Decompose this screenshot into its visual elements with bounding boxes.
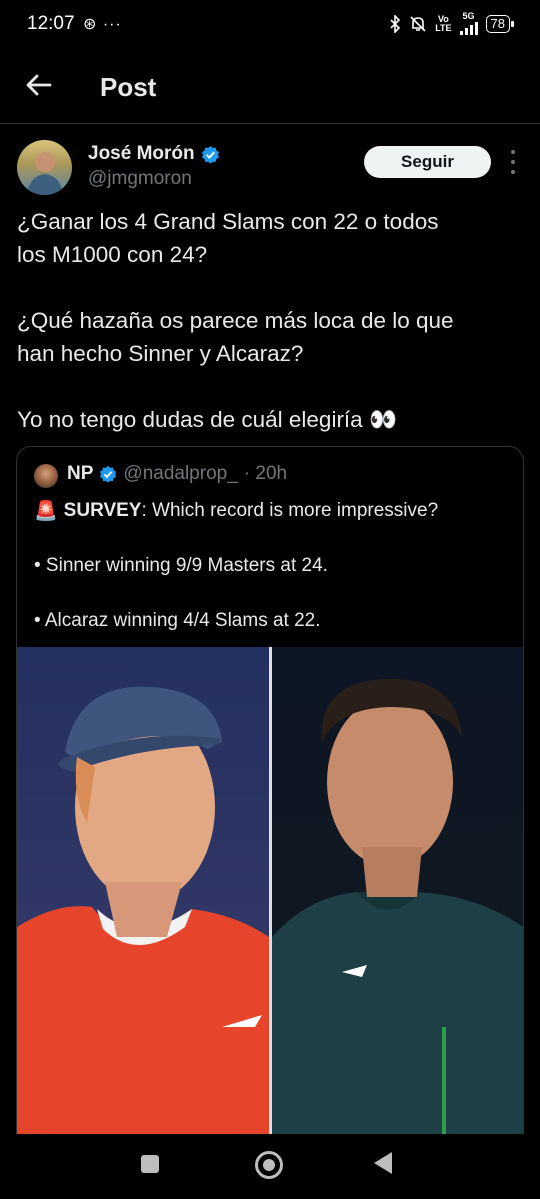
page-title: Post [100, 72, 157, 102]
mute-bell-icon [410, 15, 426, 32]
status-time: 12:07 [27, 13, 75, 34]
author-avatar[interactable] [17, 140, 72, 195]
quoted-time: · 20h [243, 463, 288, 484]
status-right-icons: Vo LTE 5G 78 [389, 11, 515, 35]
quoted-media[interactable] [17, 647, 523, 1147]
follow-button[interactable]: Seguir [364, 146, 491, 178]
survey-question: : Which record is more impressive? [141, 500, 439, 521]
quoted-bullet-1: • Sinner winning 9/9 Masters at 24. [34, 555, 328, 576]
tweet-line: ¿Qué hazaña os parece más loca de lo que [17, 308, 454, 333]
siren-emoji: 🚨 [34, 501, 58, 522]
quoted-author-name: NP [67, 463, 94, 484]
volte-bottom: LTE [435, 22, 452, 33]
tweet-line: Yo no tengo dudas de cuál elegiría 👀 [17, 407, 397, 432]
back-arrow-icon[interactable] [24, 70, 54, 100]
author-name-row[interactable]: José Morón [88, 143, 220, 165]
tweet-line: han hecho Sinner y Alcaraz? [17, 341, 304, 366]
alcaraz-photo [272, 647, 523, 1147]
verified-badge-icon [201, 145, 219, 164]
tweet-line: los M1000 con 24? [17, 242, 208, 267]
status-bar: 12:07 ⊛ ··· Vo LTE 5G 78 [0, 0, 540, 50]
avatar-image [27, 152, 63, 195]
network-type: 5G [462, 11, 475, 21]
nav-back-icon[interactable] [374, 1152, 392, 1174]
top-bar: Post [0, 50, 540, 124]
tweet-line: ¿Ganar los 4 Grand Slams con 22 o todos [17, 209, 439, 234]
home-icon[interactable] [255, 1151, 283, 1179]
quoted-header: NP @nadalprop_ · 20h [67, 463, 287, 485]
more-options-icon[interactable] [508, 150, 518, 174]
network-indicator: 5G [459, 11, 478, 35]
author-handle[interactable]: @jmgmoron [88, 168, 192, 190]
quoted-bullet-2: • Alcaraz winning 4/4 Slams at 22. [34, 610, 321, 631]
verified-badge-icon [100, 465, 117, 483]
sinner-photo [17, 647, 269, 1147]
author-name[interactable]: José Morón [88, 143, 195, 165]
quoted-author-handle: @nadalprop_ [123, 463, 238, 484]
signal-icon [459, 21, 478, 35]
quoted-avatar [34, 464, 58, 488]
bluetooth-icon [390, 14, 401, 33]
tweet-body: ¿Ganar los 4 Grand Slams con 22 o todos … [17, 205, 517, 436]
survey-label: SURVEY [63, 500, 142, 521]
volte-indicator: Vo LTE [435, 14, 452, 33]
battery-icon: 78 [485, 14, 515, 33]
quoted-post[interactable]: NP @nadalprop_ · 20h 🚨 SURVEY: Which rec… [16, 446, 524, 1148]
recent-apps-icon[interactable] [141, 1155, 159, 1173]
notification-icons: ⊛ ··· [83, 16, 122, 33]
quoted-question: 🚨 SURVEY: Which record is more impressiv… [34, 499, 438, 523]
